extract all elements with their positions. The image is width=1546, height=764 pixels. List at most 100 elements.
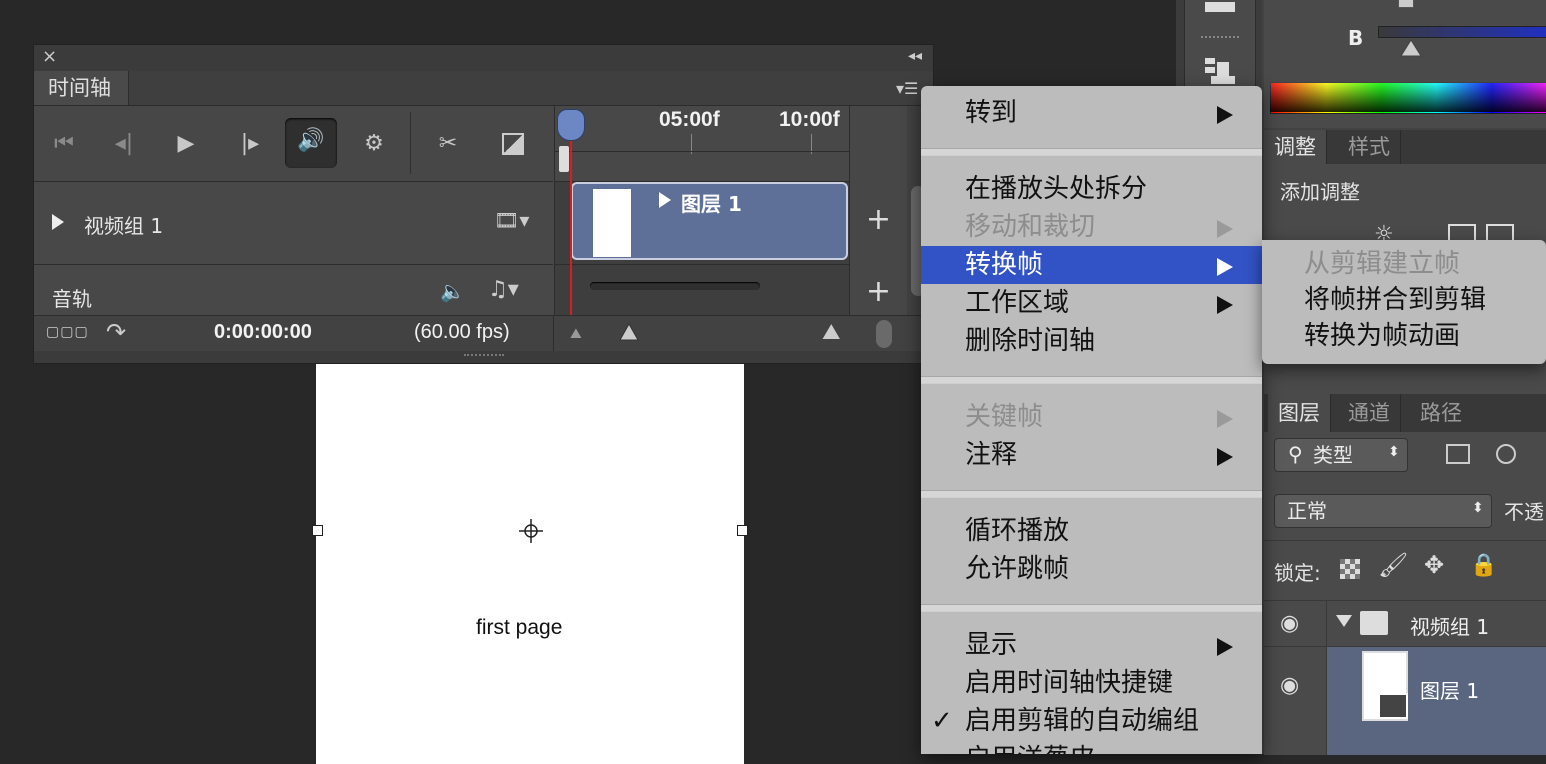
clone-source-icon[interactable] <box>1203 56 1237 86</box>
tab-paths[interactable]: 路径 <box>1410 394 1472 432</box>
layer-row-layer-1[interactable]: ◉ 图层 1 <box>1264 646 1546 755</box>
settings-gear-icon[interactable]: ⚙ <box>354 106 394 181</box>
track-header-video-group[interactable]: 视频组 1 🎞▾ <box>34 182 553 265</box>
tab-channels[interactable]: 通道 <box>1338 394 1401 432</box>
submenu-arrow-icon <box>1217 410 1233 428</box>
menu-item-convert-frames[interactable]: 转换帧 <box>921 246 1262 284</box>
video-clip[interactable]: 图层 1 <box>571 182 848 260</box>
expand-triangle-icon[interactable] <box>52 214 64 230</box>
menu-item-split-at-playhead[interactable]: 在播放头处拆分 <box>921 170 1262 208</box>
play-icon[interactable]: ▶ <box>166 106 206 181</box>
transport-controls: ⏮ ◂| ▶ |▸ 🔊 ⚙ ✂ <box>34 106 553 182</box>
convert-frames-submenu: 从剪辑建立帧 将帧拼合到剪辑 转换为帧动画 <box>1262 240 1546 364</box>
lock-transparent-icon[interactable] <box>1340 559 1360 579</box>
menu-item-show[interactable]: 显示 <box>921 626 1262 664</box>
submenu-item-flatten-frames-into-clip[interactable]: 将帧拼合到剪辑 <box>1262 282 1546 318</box>
blue-channel-slider[interactable] <box>1378 26 1546 38</box>
tab-styles[interactable]: 样式 <box>1338 130 1401 164</box>
panel-menu-icon[interactable]: ▾☰ <box>896 79 918 98</box>
playhead-handle[interactable] <box>557 109 585 141</box>
ruler-mark-10s: 10:00f <box>779 108 840 131</box>
adjustments-tabbar: 调整 样式 <box>1264 130 1546 165</box>
checkmark-icon: ✓ <box>931 706 953 736</box>
menu-item-enable-auto-grouping[interactable]: ✓ 启用剪辑的自动编组 <box>921 702 1262 740</box>
previous-frame-icon[interactable]: ◂| <box>104 106 144 181</box>
collapse-icon[interactable]: ◂◂ <box>908 48 922 64</box>
frame-mode-icon[interactable]: ▢▢▢ <box>46 324 89 340</box>
add-audio-icon[interactable]: + <box>850 274 907 309</box>
dock-icon-column <box>1184 0 1256 92</box>
split-scissors-icon[interactable]: ✂ <box>428 106 468 181</box>
speaker-icon[interactable]: 🔈 <box>440 279 465 303</box>
lock-brush-icon[interactable]: 🖌 <box>1378 551 1408 579</box>
horizontal-scroll-thumb[interactable] <box>876 320 892 348</box>
zoom-in-icon[interactable]: ⛰ <box>822 320 840 345</box>
pixel-filter-icon[interactable] <box>1446 444 1470 464</box>
tab-adjustments[interactable]: 调整 <box>1264 130 1327 164</box>
stepper-icon: ⬍ <box>1388 444 1400 460</box>
submenu-item-convert-to-frame-animation[interactable]: 转换为帧动画 <box>1262 318 1546 354</box>
menu-item-keyframes: 关键帧 <box>921 398 1262 436</box>
tab-layers[interactable]: 图层 <box>1268 394 1331 432</box>
zoom-out-icon[interactable]: ⛰ <box>570 326 582 342</box>
add-video-icon[interactable]: + <box>850 202 907 237</box>
next-frame-icon[interactable]: |▸ <box>230 106 270 181</box>
audio-toggle-button[interactable]: 🔊 <box>285 118 337 168</box>
submenu-item-make-frames-from-clip: 从剪辑建立帧 <box>1304 249 1461 279</box>
grip-dots-icon <box>464 354 504 361</box>
slider-thumb-g[interactable] <box>1398 0 1414 8</box>
tool-preset-icon[interactable] <box>1205 2 1235 12</box>
ruler-mark-5s: 05:00f <box>659 108 720 131</box>
zoom-slider[interactable] <box>590 282 760 290</box>
menu-item-enable-onion-skins[interactable]: 启用洋葱皮 <box>921 740 1262 754</box>
adjustment-filter-icon[interactable] <box>1496 444 1516 464</box>
menu-item-work-area[interactable]: 工作区域 <box>921 284 1262 322</box>
music-note-icon[interactable]: ♫▾ <box>488 277 519 302</box>
work-area-start-handle[interactable] <box>559 146 569 172</box>
menu-separator <box>921 148 1262 156</box>
menu-item-loop-playback[interactable]: 循环播放 <box>921 512 1262 550</box>
document-canvas[interactable] <box>316 364 744 764</box>
menu-item-comments[interactable]: 注释 <box>921 436 1262 474</box>
transform-handle-left[interactable] <box>312 525 323 536</box>
layers-tabbar: 图层 通道 路径 <box>1264 394 1546 433</box>
menu-item-delete-timeline[interactable]: 删除时间轴 <box>921 322 1262 360</box>
resize-grip[interactable] <box>34 351 933 363</box>
render-video-icon[interactable]: ↷ <box>106 318 126 346</box>
film-strip-icon[interactable]: 🎞▾ <box>494 208 529 232</box>
canvas-text: first page <box>476 616 563 639</box>
tab-timeline[interactable]: 时间轴 <box>34 71 129 105</box>
dock-grip-icon[interactable] <box>1201 36 1239 42</box>
menu-item-allow-frame-skipping[interactable]: 允许跳帧 <box>921 550 1262 588</box>
menu-item-go-to[interactable]: 转到 <box>921 94 1262 132</box>
close-icon[interactable]: × <box>42 46 57 67</box>
menu-item-enable-timeline-shortcuts[interactable]: 启用时间轴快捷键 <box>921 664 1262 702</box>
timeline-titlebar: × ◂◂ <box>34 45 933 71</box>
expand-triangle-icon[interactable] <box>1336 615 1352 627</box>
visibility-eye-icon[interactable]: ◉ <box>1264 601 1327 647</box>
timeline-tabrow: 时间轴 ▾☰ <box>34 71 933 106</box>
slider-thumb-b[interactable] <box>1399 38 1423 58</box>
lock-move-icon[interactable]: ✥ <box>1424 551 1444 579</box>
track-header-audio[interactable]: 音轨 🔈 ♫▾ <box>34 265 553 316</box>
add-media-column: + + <box>849 106 907 324</box>
blend-mode-select[interactable]: 正常 <box>1274 494 1492 528</box>
lock-row: 锁定: 🖌 ✥ 🔒 <box>1264 540 1546 601</box>
time-ruler[interactable]: 05:00f 10:00f <box>554 106 849 182</box>
audio-track-label: 音轨 <box>52 287 92 311</box>
lock-all-icon[interactable]: 🔒 <box>1470 553 1497 578</box>
separator <box>553 316 554 352</box>
zoom-slider-thumb[interactable] <box>618 322 640 342</box>
transform-handle-right[interactable] <box>737 525 748 536</box>
ruler-divider <box>555 151 849 152</box>
visibility-eye-icon[interactable]: ◉ <box>1264 647 1327 755</box>
transition-icon[interactable] <box>502 133 524 155</box>
submenu-arrow-icon <box>1217 258 1233 276</box>
layer-row-video-group[interactable]: ◉ 视频组 1 <box>1264 600 1546 647</box>
timeline-context-menu: 转到 在播放头处拆分 移动和裁切 转换帧 工作区域 删除时间轴 关键帧 注释 循… <box>921 86 1262 754</box>
go-to-first-frame-icon[interactable]: ⏮ <box>44 106 84 181</box>
clip-expand-icon[interactable] <box>659 192 671 208</box>
separator <box>410 112 411 174</box>
clip-label: 图层 1 <box>681 192 742 216</box>
blend-stepper-icon: ⬍ <box>1472 500 1484 516</box>
